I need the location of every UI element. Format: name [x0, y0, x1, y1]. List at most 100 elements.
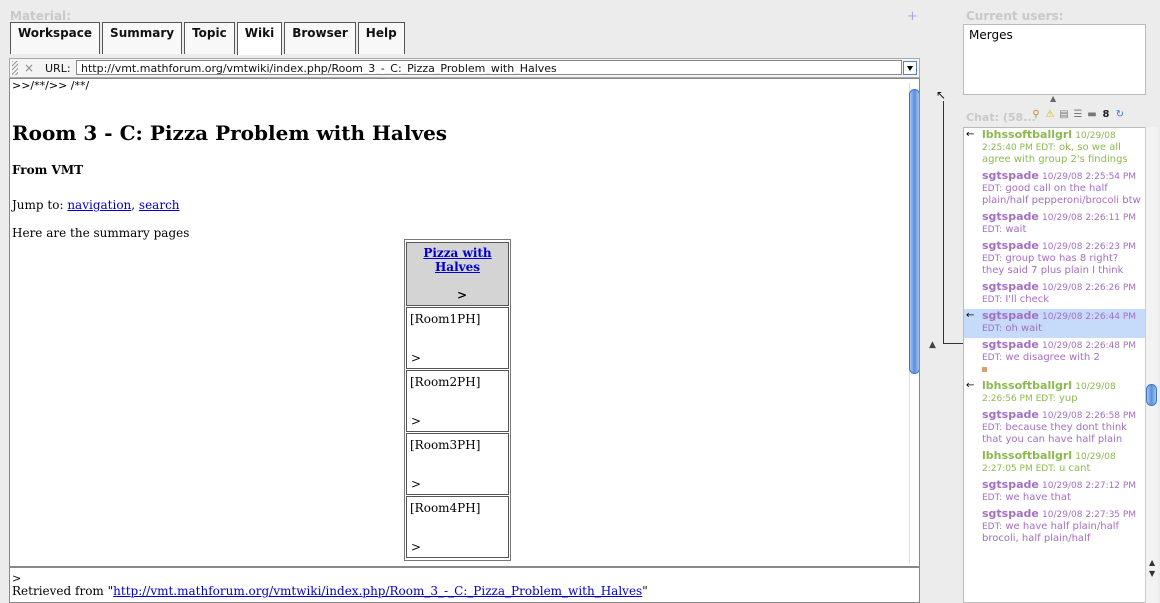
chat-sender: lbhssoftballgrl: [982, 128, 1073, 141]
user-item: Merges: [969, 28, 1013, 42]
row-marker: >: [411, 414, 422, 428]
jump-prefix: Jump to:: [12, 198, 68, 212]
chat-scrollbar-thumb[interactable]: [1146, 384, 1157, 406]
retrieved-from: Retrieved from "http://vmt.mathforum.org…: [12, 584, 648, 598]
row-marker: >: [411, 540, 422, 554]
url-dropdown-button[interactable]: [903, 61, 917, 75]
retrieved-prefix: Retrieved from ": [12, 584, 114, 598]
chat-message[interactable]: sgtspade 10/29/08 2:26:58 PM EDT: becaus…: [964, 408, 1145, 449]
person-icon[interactable]: 8: [1100, 109, 1112, 121]
url-input[interactable]: http://vmt.mathforum.org/vmtwiki/index.p…: [76, 60, 902, 75]
search-icon[interactable]: ⚲: [1030, 109, 1042, 121]
chat-label: Chat: (58...: [966, 111, 1036, 124]
row-marker: >: [411, 477, 422, 491]
chat-scrollbar-track[interactable]: [1145, 127, 1158, 603]
reference-line: [943, 101, 944, 343]
material-label: Material:: [10, 9, 71, 23]
row-marker: >: [411, 351, 422, 365]
chat-sender: sgtspade: [982, 507, 1039, 520]
browser-scrollbar-thumb[interactable]: [909, 89, 919, 374]
table-header: Pizza with Halves >: [406, 242, 509, 306]
chat-message[interactable]: sgtspade 10/29/08 2:26:26 PM EDT: I'll c…: [964, 280, 1145, 309]
wiki-content: >>/**/>> /**/ Room 3 - C: Pizza Problem …: [9, 78, 920, 567]
tab-wiki[interactable]: Wiki: [236, 22, 283, 55]
chat-sender: lbhssoftballgrl: [982, 449, 1073, 462]
reply-arrow-icon: ←: [966, 380, 975, 391]
chat-message[interactable]: sgtspade 10/29/08 2:26:11 PM EDT: wait: [964, 210, 1145, 239]
room-cell: [Room2PH]: [410, 375, 481, 389]
page-comment: >>/**/>> /**/: [12, 79, 90, 92]
chat-sender: lbhssoftballgrl: [982, 379, 1073, 392]
chat-log: ← lbhssoftballgrl 10/29/08 2:25:40 PM ED…: [963, 127, 1146, 603]
chat-sender: sgtspade: [982, 239, 1039, 252]
chat-toolbar: ⚲ ⚠ ▤ ☰ ▬ 8 ↻: [1030, 109, 1126, 121]
room-cell: [Room4PH]: [410, 501, 481, 515]
chat-message[interactable]: ← lbhssoftballgrl 10/29/08 2:25:40 PM ED…: [964, 128, 1145, 169]
collapse-arrow-icon[interactable]: ▲: [929, 340, 936, 350]
chat-text: yup: [1058, 393, 1078, 404]
add-tab-button[interactable]: +: [907, 9, 918, 24]
page-from: From VMT: [12, 163, 84, 177]
reply-arrow-icon: ←: [966, 129, 975, 140]
tab-browser[interactable]: Browser: [284, 22, 356, 54]
summary-text: Here are the summary pages: [12, 226, 190, 240]
chat-text: oh wait: [1005, 323, 1042, 334]
warning-icon[interactable]: ⚠: [1044, 109, 1056, 121]
tab-topic[interactable]: Topic: [184, 22, 235, 54]
chat-sender: sgtspade: [982, 169, 1039, 182]
chat-text: I'll check: [1005, 294, 1050, 305]
grip-handle[interactable]: [12, 61, 18, 75]
table-row: [Room1PH] >: [406, 307, 509, 369]
chat-text: u cant: [1058, 463, 1091, 474]
tab-workspace[interactable]: Workspace: [10, 22, 101, 54]
retrieved-suffix: ": [642, 584, 648, 598]
chat-text: wait: [1005, 224, 1027, 235]
chat-text: we have that: [1005, 492, 1071, 503]
window-icon[interactable]: ▬: [1086, 109, 1098, 121]
room-cell: [Room3PH]: [410, 438, 481, 452]
chat-message[interactable]: lbhssoftballgrl 10/29/08 2:27:05 PM EDT:…: [964, 449, 1145, 478]
chat-message[interactable]: sgtspade 10/29/08 2:27:12 PM EDT: we hav…: [964, 478, 1145, 507]
chat-text: group two has 8 right? they said 7 plus …: [982, 253, 1124, 276]
close-icon[interactable]: ×: [24, 61, 34, 75]
tab-summary[interactable]: Summary: [102, 22, 183, 54]
chat-sender: sgtspade: [982, 309, 1039, 322]
scroll-up-icon[interactable]: ▲: [1149, 558, 1155, 567]
scroll-down-icon[interactable]: ▼: [1149, 569, 1155, 578]
jump-separator: ,: [131, 198, 139, 212]
chat-sender: sgtspade: [982, 478, 1039, 491]
url-label: URL:: [45, 62, 71, 75]
table-row: [Room4PH] >: [406, 496, 509, 558]
chat-message[interactable]: ← lbhssoftballgrl 10/29/08 2:26:56 PM ED…: [964, 379, 1145, 408]
chat-sender: sgtspade: [982, 210, 1039, 223]
attachment-marker-icon: [982, 367, 987, 372]
current-users-label: Current users:: [966, 9, 1064, 23]
jump-to: Jump to: navigation, search: [12, 198, 180, 212]
table-row: [Room2PH] >: [406, 370, 509, 432]
page-title: Room 3 - C: Pizza Problem with Halves: [12, 121, 448, 145]
chat-text: good call on the half plain/half peppero…: [982, 183, 1141, 206]
tab-help[interactable]: Help: [357, 22, 405, 54]
browser-footer: > Retrieved from "http://vmt.mathforum.o…: [9, 567, 920, 603]
search-link[interactable]: search: [139, 198, 180, 212]
resize-handle-icon[interactable]: ▲: [1050, 94, 1056, 103]
refresh-icon[interactable]: ↻: [1114, 109, 1126, 121]
current-users-list: Merges: [963, 24, 1146, 95]
chat-message-selected[interactable]: ← sgtspade 10/29/08 2:26:44 PM EDT: oh w…: [964, 309, 1145, 338]
indent-icon[interactable]: ☰: [1072, 109, 1084, 121]
tab-bar: Workspace Summary Topic Wiki Browser Hel…: [10, 22, 407, 55]
table-row: [Room3PH] >: [406, 433, 509, 495]
list-icon[interactable]: ▤: [1058, 109, 1070, 121]
chat-sender: sgtspade: [982, 408, 1039, 421]
chat-message[interactable]: sgtspade 10/29/08 2:26:48 PM EDT: we dis…: [964, 338, 1145, 379]
retrieved-link[interactable]: http://vmt.mathforum.org/vmtwiki/index.p…: [113, 584, 642, 598]
navigation-link[interactable]: navigation: [67, 198, 131, 212]
pizza-with-halves-link[interactable]: Pizza with Halves: [407, 243, 508, 274]
chat-message[interactable]: sgtspade 10/29/08 2:27:35 PM EDT: we hav…: [964, 507, 1145, 548]
chat-text: because they dont think that you can hav…: [982, 422, 1127, 445]
chat-sender: sgtspade: [982, 280, 1039, 293]
url-bar: × URL: http://vmt.mathforum.org/vmtwiki/…: [9, 58, 920, 78]
chat-message[interactable]: sgtspade 10/29/08 2:26:23 PM EDT: group …: [964, 239, 1145, 280]
chat-message[interactable]: sgtspade 10/29/08 2:25:54 PM EDT: good c…: [964, 169, 1145, 210]
header-marker: >: [457, 288, 468, 302]
